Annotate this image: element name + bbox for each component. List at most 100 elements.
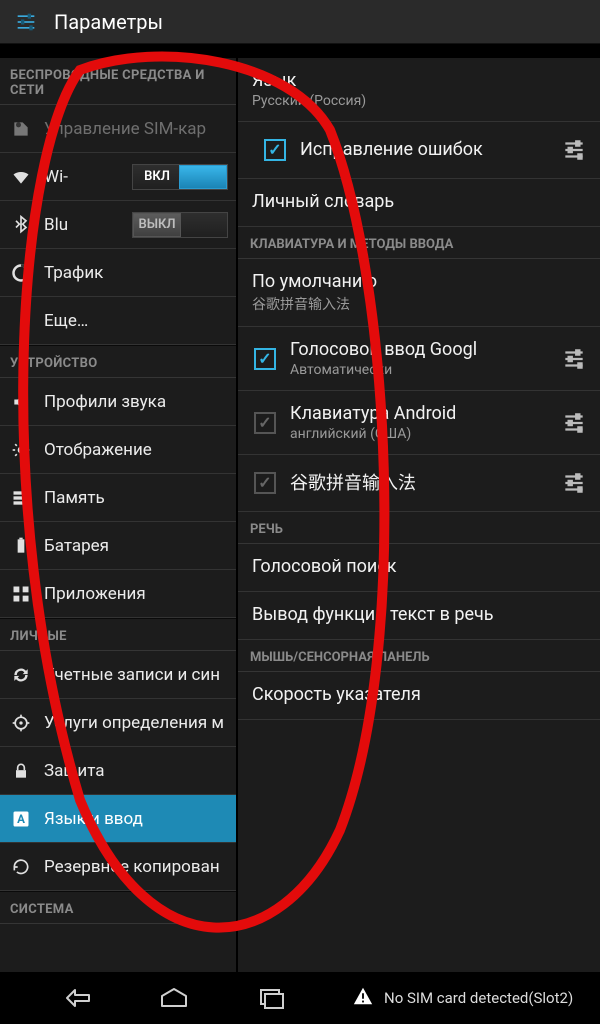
bluetooth-icon: [10, 214, 32, 236]
sidebar-item-sound[interactable]: Профили звука: [0, 378, 236, 426]
sidebar-item-label: Отображение: [44, 440, 228, 460]
warning-icon: [352, 985, 374, 1011]
sidebar-item-label: Учетные записи и син: [44, 665, 228, 685]
sidebar-item-storage[interactable]: Память: [0, 474, 236, 522]
status-area[interactable]: No SIM card detected(Slot2): [348, 972, 600, 1024]
sidebar-item-label: Blu: [44, 215, 120, 235]
sidebar-item-label: Трафик: [44, 263, 228, 283]
sidebar-item-location[interactable]: Услуги определения м: [0, 699, 236, 747]
page-title: Параметры: [54, 10, 163, 34]
sidebar-item-backup[interactable]: Резервное копирован: [0, 843, 236, 891]
section-personal: ЛИЧНЫЕ: [0, 618, 236, 651]
battery-icon: [10, 535, 32, 557]
svg-text:A: A: [17, 812, 25, 826]
nav-back-button[interactable]: [57, 983, 97, 1013]
sliders-icon[interactable]: [558, 467, 590, 499]
sidebar-item-label: Защита: [44, 761, 228, 781]
section-wireless: БЕСПРОВОДНЫЕ СРЕДСТВА И СЕТИ: [0, 58, 236, 105]
sidebar-item-accounts[interactable]: Учетные записи и син: [0, 651, 236, 699]
sidebar-item-label: Язык и ввод: [44, 809, 228, 829]
apps-icon: [10, 583, 32, 605]
sidebar-item-label: Батарея: [44, 536, 228, 556]
appbar: Параметры: [0, 0, 600, 44]
sidebar-item-bluetooth[interactable]: Blu ВЫКЛ: [0, 201, 236, 249]
sidebar-item-wifi[interactable]: Wi- ВКЛ: [0, 153, 236, 201]
section-system: СИСТЕМА: [0, 891, 236, 924]
sidebar-item-label: Управление SIM-кар: [44, 119, 228, 139]
row-input-pinyin[interactable]: 谷歌拼音输入法: [238, 455, 600, 512]
sim-icon: [10, 118, 32, 140]
row-title: Язык: [252, 70, 586, 91]
wifi-icon: [10, 166, 32, 188]
row-pointer-speed[interactable]: Скорость указателя: [238, 672, 600, 720]
nav-home-button[interactable]: [154, 983, 194, 1013]
divider: [0, 44, 600, 58]
row-title: Скорость указателя: [252, 684, 586, 705]
data-usage-icon: [10, 262, 32, 284]
row-personal-dict[interactable]: Личный словарь: [238, 179, 600, 227]
checkbox[interactable]: [254, 412, 276, 434]
row-subtitle: английский (США): [290, 426, 544, 442]
row-title: Личный словарь: [252, 191, 586, 212]
nav-recent-button[interactable]: [251, 983, 291, 1013]
sidebar-item-label: Профили звука: [44, 392, 228, 412]
sidebar-item-label: Память: [44, 488, 228, 508]
sidebar-item-more[interactable]: Еще…: [0, 297, 236, 345]
sidebar-item-data[interactable]: Трафик: [0, 249, 236, 297]
sidebar-item-language[interactable]: A Язык и ввод: [0, 795, 236, 843]
sidebar-item-label: Еще…: [44, 311, 228, 331]
row-input-android-kb[interactable]: Клавиатура Android английский (США): [238, 391, 600, 455]
status-text: No SIM card detected(Slot2): [384, 989, 573, 1007]
row-tts[interactable]: Вывод функции текст в речь: [238, 592, 600, 640]
backup-icon: [10, 856, 32, 878]
sidebar-item-sim[interactable]: Управление SIM-кар: [0, 105, 236, 153]
row-spellcheck[interactable]: Исправление ошибок: [238, 122, 600, 179]
sidebar-item-label: Wi-: [44, 167, 120, 187]
wifi-toggle[interactable]: ВКЛ: [132, 164, 228, 190]
row-subtitle: Русский (Россия): [252, 93, 586, 109]
sync-icon: [10, 664, 32, 686]
checkbox[interactable]: [254, 348, 276, 370]
settings-sidebar: БЕСПРОВОДНЫЕ СРЕДСТВА И СЕТИ Управление …: [0, 58, 238, 972]
sidebar-item-label: Приложения: [44, 584, 228, 604]
detail-pane: Язык Русский (Россия) Исправление ошибок…: [238, 58, 600, 972]
blank-icon: [10, 310, 32, 332]
bluetooth-toggle[interactable]: ВЫКЛ: [132, 212, 228, 238]
checkbox[interactable]: [254, 472, 276, 494]
settings-icon: [10, 6, 42, 38]
sidebar-item-display[interactable]: Отображение: [0, 426, 236, 474]
sidebar-item-label: Резервное копирован: [44, 857, 228, 877]
checkbox[interactable]: [264, 139, 286, 161]
row-voice-search[interactable]: Голосовой поиск: [238, 544, 600, 592]
section-speech: РЕЧЬ: [238, 512, 600, 544]
sidebar-item-apps[interactable]: Приложения: [0, 570, 236, 618]
row-default-kb[interactable]: По умолчанию 谷歌拼音输入法: [238, 259, 600, 327]
row-title: Голосовой поиск: [252, 556, 586, 577]
row-title: Исправление ошибок: [300, 139, 544, 160]
storage-icon: [10, 487, 32, 509]
sliders-icon[interactable]: [558, 134, 590, 166]
section-mouse: МЫШЬ/СЕНСОРНАЯ ПАНЕЛЬ: [238, 640, 600, 672]
row-title: 谷歌拼音输入法: [290, 469, 544, 495]
lock-icon: [10, 760, 32, 782]
row-title: Клавиатура Android: [290, 403, 544, 424]
row-title: По умолчанию: [252, 271, 586, 292]
sidebar-item-battery[interactable]: Батарея: [0, 522, 236, 570]
display-icon: [10, 439, 32, 461]
toggle-knob: [133, 213, 181, 237]
sliders-icon[interactable]: [558, 407, 590, 439]
row-title: Вывод функции текст в речь: [252, 604, 586, 625]
location-icon: [10, 712, 32, 734]
sidebar-item-security[interactable]: Защита: [0, 747, 236, 795]
language-icon: A: [10, 808, 32, 830]
row-input-google-voice[interactable]: Голосовой ввод Googl Автоматически: [238, 327, 600, 391]
section-keyboard: КЛАВИАТУРА И МЕТОДЫ ВВОДА: [238, 227, 600, 259]
row-subtitle: 谷歌拼音输入法: [252, 294, 586, 314]
row-title: Голосовой ввод Googl: [290, 339, 544, 360]
sound-icon: [10, 391, 32, 413]
toggle-knob: [179, 165, 227, 189]
toggle-label: ВКЛ: [133, 169, 181, 184]
sliders-icon[interactable]: [558, 343, 590, 375]
row-language[interactable]: Язык Русский (Россия): [238, 58, 600, 122]
sidebar-item-label: Услуги определения м: [44, 713, 228, 733]
